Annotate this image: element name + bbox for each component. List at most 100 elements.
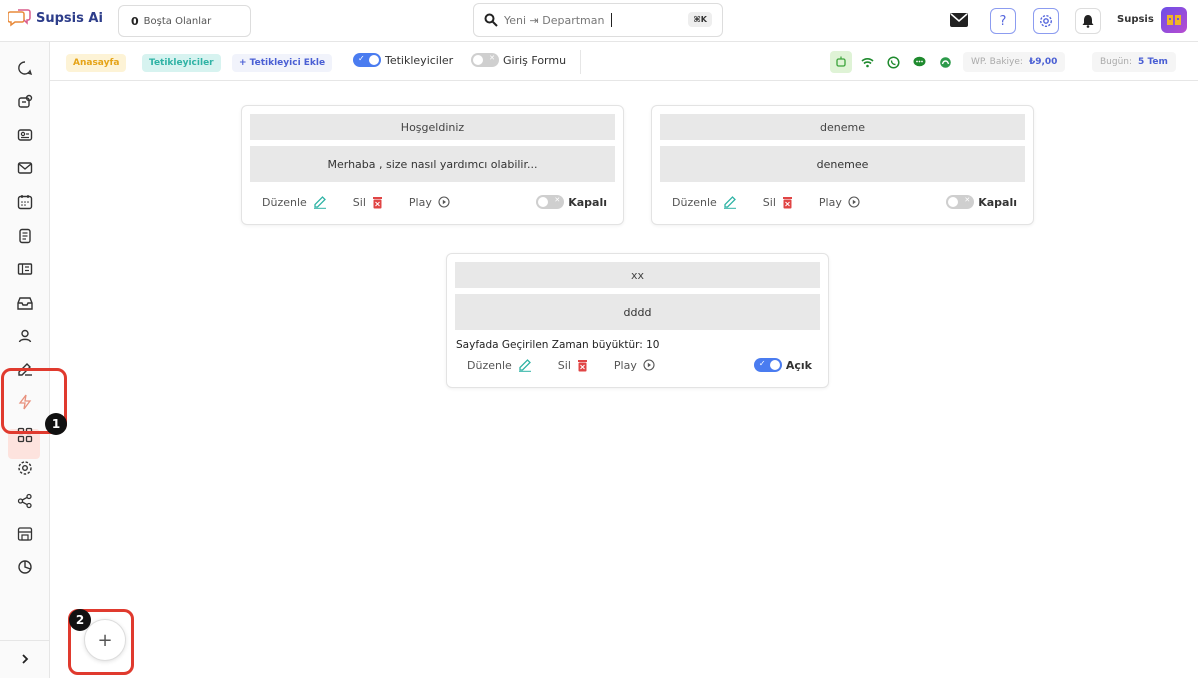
idle-agents-box[interactable]: 0 Boşta Olanlar [118,5,251,37]
trigger-condition: Sayfada Geçirilen Zaman büyüktür: 10 [456,339,660,351]
trigger-switch[interactable]: ✕ [536,195,565,209]
sidebar-item-inbox[interactable] [15,293,35,313]
sidebar-item-contacts[interactable] [15,125,35,145]
sidebar-item-mail[interactable] [15,158,35,178]
search-text: Yeni ⇥ Departman [504,13,605,27]
sidebar-item-chat[interactable] [15,58,35,78]
avatar[interactable] [1161,7,1187,33]
trigger-title: xx [455,262,820,288]
avatar-image [1167,15,1181,25]
pencil-icon [518,359,531,372]
help-icon: ? [999,13,1007,29]
play-button[interactable]: Play [409,196,450,209]
help-button[interactable]: ? [990,8,1016,34]
wifi-icon[interactable] [856,51,878,73]
sidebar-expand-button[interactable] [0,640,50,676]
notifications-button[interactable] [1075,8,1101,34]
edit-button[interactable]: Düzenle [672,195,737,209]
bot-status-icon[interactable] [830,51,852,73]
wp-balance: WP. Bakiye: ₺9,00 [963,52,1066,72]
play-button[interactable]: Play [819,196,860,209]
wp-balance-label: WP. Bakiye: [971,57,1023,67]
delete-button[interactable]: Sil [558,359,588,372]
entry-form-switch[interactable]: ✕ [471,53,499,67]
search-icon [484,13,498,27]
play-button[interactable]: Play [614,359,655,372]
settings-button[interactable] [1033,8,1059,34]
triggers-switch[interactable]: ✓ [353,53,381,67]
edit-label: Düzenle [467,358,512,372]
sidebar-item-tickets[interactable] [15,259,35,279]
user-icon [18,329,32,343]
edit-button[interactable]: Düzenle [467,358,532,372]
triggers-toggle-label: Tetikleyiciler [385,53,454,67]
sidebar-item-notes[interactable] [15,226,35,246]
trigger-state-label: Açık [785,358,812,372]
search-shortcut: ⌘K [688,12,712,27]
edit-button[interactable]: Düzenle [262,195,327,209]
sidebar-item-reports[interactable] [15,557,35,577]
play-icon [848,196,860,208]
mail-icon[interactable] [950,13,968,27]
trigger-card: xx dddd Sayfada Geçirilen Zaman büyüktür… [446,253,829,388]
delete-label: Sil [352,195,366,209]
sidebar-item-bots[interactable] [15,92,35,112]
store-icon [17,527,33,541]
calendar-icon [17,195,33,210]
bot-icon [18,94,33,108]
add-trigger-button[interactable]: + Tetikleyici Ekle [232,54,333,72]
sidebar-item-users[interactable] [15,326,35,346]
brand[interactable]: Supsis Ai [8,9,103,27]
chat-icon [18,61,33,76]
trigger-message: denemee [660,146,1025,182]
trigger-state-label: Kapalı [978,195,1017,209]
wp-balance-value: ₺9,00 [1028,57,1058,67]
sms-icon[interactable] [908,51,930,73]
today-date: Bugün: 5 Tem [1092,52,1176,72]
breadcrumb-home[interactable]: Anasayfa [66,54,127,72]
play-label: Play [613,358,637,372]
trigger-state-toggle[interactable]: ✕ Kapalı [946,195,1017,209]
trigger-state-toggle[interactable]: ✕ Kapalı [536,195,607,209]
sidebar-item-integrations[interactable] [15,491,35,511]
edit-label: Düzenle [262,195,307,209]
trigger-switch[interactable]: ✕ [946,195,975,209]
sidebar-item-calendar[interactable] [15,192,35,212]
trigger-switch[interactable]: ✓ [753,358,782,372]
edit-label: Düzenle [672,195,717,209]
trigger-state-toggle[interactable]: ✓ Açık [753,358,812,372]
triggers-toggle[interactable]: ✓ Tetikleyiciler [353,53,453,67]
ticket-icon [17,263,33,275]
trash-icon [782,196,792,208]
step-badge-2: 2 [69,609,91,631]
document-icon [19,228,31,244]
breadcrumb-triggers[interactable]: Tetikleyiciler [142,54,221,72]
play-label: Play [818,195,842,209]
trigger-actions: Düzenle Sil Play ✓ Açık [447,358,828,372]
delete-button[interactable]: Sil [353,196,383,209]
delete-label: Sil [762,195,776,209]
sub-header: Anasayfa Tetikleyiciler + Tetikleyici Ek… [50,42,1198,81]
username[interactable]: Supsis [1117,14,1154,25]
trigger-card: deneme denemee Düzenle Sil Play ✕ Kapalı [651,105,1034,225]
pencil-icon [723,196,736,209]
trigger-title: Hoşgeldiniz [250,114,615,140]
text-cursor [610,13,612,27]
pencil-icon [313,196,326,209]
today-value: 5 Tem [1138,57,1168,67]
step-badge-1: 1 [45,413,67,435]
trash-icon [372,196,382,208]
trigger-message: Merhaba , size nasıl yardımcı olabilir..… [250,146,615,182]
search-input[interactable]: Yeni ⇥ Departman ⌘K [473,3,723,37]
sidebar-item-settings[interactable] [15,458,35,478]
app-name: Supsis Ai [36,10,103,26]
entry-form-toggle[interactable]: ✕ Giriş Formu [471,53,566,67]
sidebar-item-store[interactable] [15,524,35,544]
channel-icon[interactable] [934,51,956,73]
trigger-title: deneme [660,114,1025,140]
trigger-message: dddd [455,294,820,330]
entry-form-toggle-label: Giriş Formu [503,53,567,67]
delete-button[interactable]: Sil [763,196,793,209]
whatsapp-icon[interactable] [882,51,904,73]
envelope-icon [17,162,33,174]
